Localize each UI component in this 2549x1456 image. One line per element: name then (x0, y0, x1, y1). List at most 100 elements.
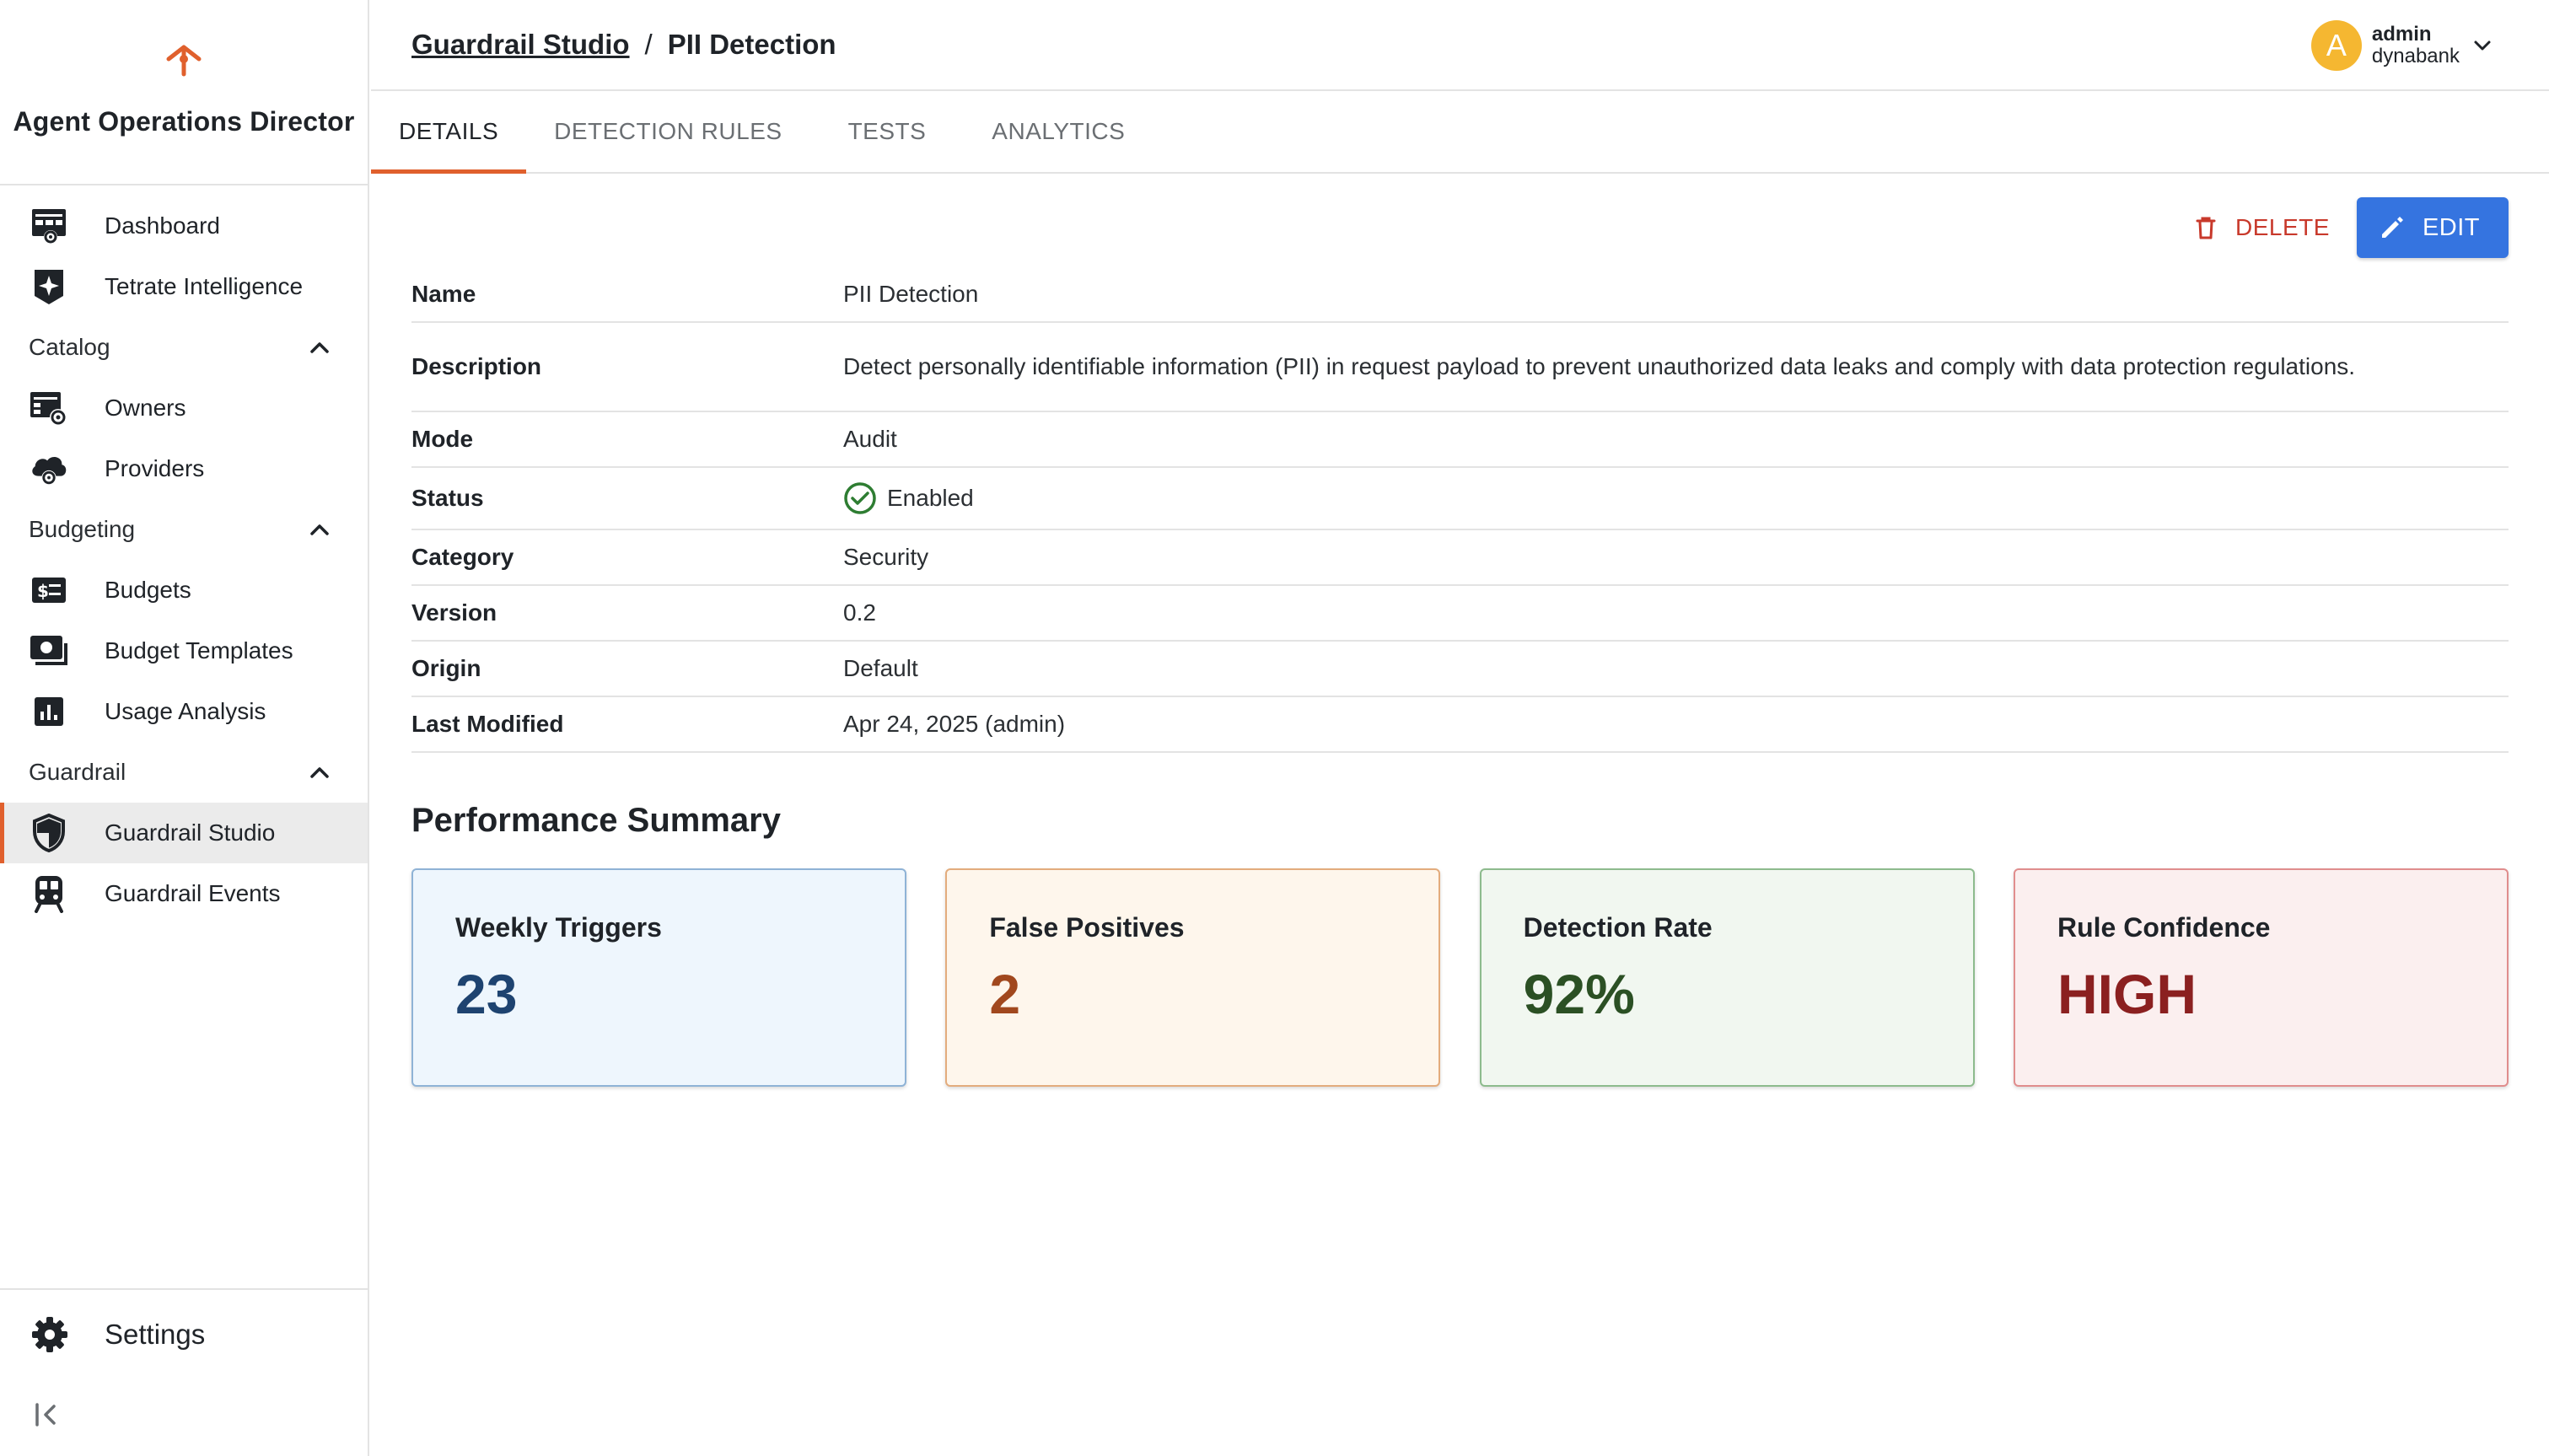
detail-value: Security (843, 529, 2509, 586)
detail-key: Origin (411, 641, 843, 697)
stat-card-rule-confidence: Rule Confidence HIGH (2013, 868, 2509, 1087)
trash-icon (2196, 217, 2216, 239)
brand-logo-icon (166, 45, 202, 77)
tab-bar: DETAILS DETECTION RULES TESTS ANALYTICS (371, 91, 2549, 174)
detail-value: Detect personally identifiable informati… (843, 322, 2509, 412)
table-row: Status Enabled (411, 467, 2509, 530)
sidebar-item-guardrail-events[interactable]: Guardrail Events (0, 863, 368, 924)
sidebar-item-label: Dashboard (105, 212, 220, 239)
sidebar-item-budgets[interactable]: $ Budgets (0, 560, 368, 621)
sidebar-item-label: Owners (105, 395, 186, 421)
sidebar-item-label: Guardrail Studio (105, 819, 276, 846)
tab-analytics[interactable]: ANALYTICS (960, 91, 1153, 172)
user-org: dynabank (2371, 45, 2460, 67)
user-menu[interactable]: A admin dynabank (2310, 20, 2493, 71)
table-row: Name PII Detection (411, 266, 2509, 323)
detail-value: Enabled (843, 467, 2509, 530)
transit-icon (29, 873, 69, 914)
table-row: Mode Audit (411, 411, 2509, 468)
sidebar-section-guardrail[interactable]: Guardrail (0, 742, 368, 803)
top-bar: Guardrail Studio / PII Detection A admin… (371, 0, 2549, 91)
sidebar-nav: Dashboard Tetrate Intelligence Catalog O… (0, 185, 368, 924)
breadcrumb-separator: / (644, 29, 653, 60)
sidebar-item-label: Budgets (105, 577, 191, 603)
sidebar-item-providers[interactable]: Providers (0, 438, 368, 499)
budget-icon: $ (29, 570, 69, 610)
stat-card-value: 23 (455, 963, 518, 1025)
detail-value: Apr 24, 2025 (admin) (843, 696, 2509, 753)
details-content: DELETE EDIT Name PII Detection Descripti… (371, 174, 2549, 1087)
sidebar-item-tetrate-intelligence[interactable]: Tetrate Intelligence (0, 256, 368, 317)
user-info: admin dynabank (2372, 24, 2460, 67)
sidebar-item-label: Providers (105, 455, 205, 481)
detail-key: Last Modified (411, 696, 843, 753)
main-panel: Guardrail Studio / PII Detection A admin… (371, 0, 2549, 1456)
bar-chart-icon (29, 691, 69, 732)
shield-icon (29, 813, 69, 853)
settings-label: Settings (105, 1319, 206, 1350)
detail-key: Name (411, 266, 843, 323)
tab-detection-rules[interactable]: DETECTION RULES (526, 91, 815, 172)
detail-key: Mode (411, 411, 843, 468)
detail-value: PII Detection (843, 266, 2509, 323)
status-badge: Enabled (843, 481, 2509, 515)
sidebar-item-owners[interactable]: Owners (0, 378, 368, 438)
stat-card-detection-rate: Detection Rate 92% (1479, 868, 1975, 1087)
detail-value: Default (843, 641, 2509, 697)
check-circle-icon (844, 482, 876, 514)
sidebar-item-usage-analysis[interactable]: Usage Analysis (0, 681, 368, 742)
delete-button[interactable]: DELETE (2193, 214, 2330, 241)
collapse-sidebar-icon[interactable] (32, 1400, 62, 1430)
table-row: Last Modified Apr 24, 2025 (admin) (411, 696, 2509, 753)
stat-card-value: 2 (989, 963, 1021, 1025)
table-row: Description Detect personally identifiab… (411, 322, 2509, 412)
details-table: Name PII Detection Description Detect pe… (411, 266, 2509, 753)
brand-header: Agent Operations Director (0, 0, 368, 185)
user-name: admin (2371, 23, 2432, 46)
gear-icon (32, 1317, 67, 1352)
delete-label: DELETE (2235, 214, 2330, 240)
stat-card-title: Detection Rate (1523, 912, 1713, 943)
sidebar-item-settings[interactable]: Settings (0, 1290, 368, 1379)
budget-template-icon (29, 631, 69, 671)
edit-button[interactable]: EDIT (2356, 197, 2509, 258)
sidebar-item-label: Guardrail Events (105, 880, 281, 906)
action-bar: DELETE EDIT (411, 174, 2509, 266)
sidebar-section-catalog[interactable]: Catalog (0, 317, 368, 378)
tab-details[interactable]: DETAILS (371, 91, 527, 174)
sidebar-item-budget-templates[interactable]: Budget Templates (0, 621, 368, 681)
sidebar-item-guardrail-studio[interactable]: Guardrail Studio (0, 803, 368, 863)
brand-name: Agent Operations Director (13, 106, 355, 137)
performance-summary-title: Performance Summary (411, 802, 781, 839)
chevron-up-icon (310, 524, 329, 535)
section-label: Budgeting (29, 516, 136, 542)
sidebar-item-label: Tetrate Intelligence (105, 273, 304, 299)
sidebar-item-label: Usage Analysis (105, 698, 266, 724)
stat-card-title: Rule Confidence (2057, 912, 2271, 943)
detail-value: 0.2 (843, 585, 2509, 642)
chevron-up-icon (310, 342, 329, 353)
stat-card-title: False Positives (989, 912, 1185, 943)
tab-tests[interactable]: TESTS (816, 91, 960, 172)
breadcrumb-parent-link[interactable]: Guardrail Studio (411, 29, 630, 61)
detail-key: Category (411, 529, 843, 586)
sidebar-section-budgeting[interactable]: Budgeting (0, 499, 368, 560)
description-text: Detect personally identifiable informati… (843, 353, 2356, 379)
svg-text:$: $ (37, 581, 49, 601)
table-row: Version 0.2 (411, 585, 2509, 642)
sidebar-item-dashboard[interactable]: Dashboard (0, 196, 368, 256)
dashboard-icon (29, 206, 69, 246)
detail-key: Description (411, 322, 843, 412)
app-root: Agent Operations Director Dashboard Tetr… (0, 0, 2549, 1456)
table-row: Origin Default (411, 641, 2509, 697)
sidebar-footer: Settings (0, 1288, 368, 1426)
edit-label: EDIT (2422, 213, 2480, 241)
cloud-settings-icon (29, 449, 69, 489)
stat-card-value: HIGH (2057, 963, 2197, 1025)
detail-key: Status (411, 467, 843, 530)
sidebar: Agent Operations Director Dashboard Tetr… (0, 0, 369, 1456)
sidebar-item-label: Budget Templates (105, 637, 293, 664)
chevron-down-icon (2474, 40, 2491, 51)
pencil-icon (2381, 217, 2403, 238)
stat-card-false-positives: False Positives 2 (945, 868, 1441, 1087)
